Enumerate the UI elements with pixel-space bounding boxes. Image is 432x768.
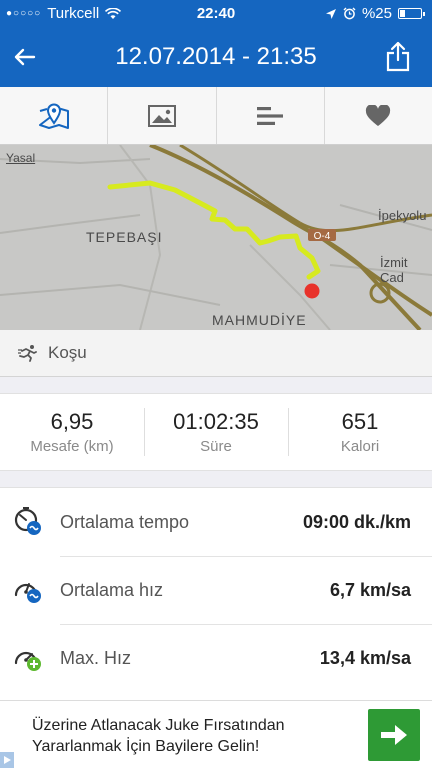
detail-label: Ortalama hız — [60, 579, 164, 600]
map-label-mahmudiye: MAHMUDİYE — [212, 312, 307, 328]
stat-duration: 01:02:35 Süre — [144, 394, 288, 470]
map-label-ipekyolu: İpekyolu — [378, 208, 427, 223]
arrow-right-icon — [381, 725, 407, 745]
stat-label: Mesafe (km) — [30, 438, 114, 455]
tab-map[interactable] — [0, 87, 109, 144]
ad-text-line1: Üzerine Atlanacak Juke Fırsatından — [32, 717, 285, 734]
detail-value: 09:00 dk./km — [302, 511, 411, 532]
stat-distance: 6,95 Mesafe (km) — [0, 394, 144, 470]
detail-row-avg-speed: Ortalama hız 6,7 km/sa — [0, 556, 432, 624]
stat-calories: 651 Kalori — [288, 394, 432, 470]
speedometer-max-icon — [14, 651, 41, 671]
map-pin-icon — [38, 103, 69, 129]
tab-photos[interactable] — [108, 87, 217, 144]
battery-icon — [398, 8, 425, 19]
share-icon[interactable] — [384, 40, 412, 72]
road-shield-label: O-4 — [314, 231, 331, 242]
stat-label: Süre — [200, 438, 232, 455]
detail-stats-list: Ortalama tempo 09:00 dk./km Ortalama hız… — [0, 487, 432, 700]
activity-type-row[interactable]: Koşu — [0, 330, 432, 377]
detail-label: Max. Hız — [60, 647, 132, 668]
activity-type-label: Koşu — [48, 343, 87, 362]
heart-icon — [366, 104, 391, 126]
map-label-izmit: İzmit Cad — [380, 255, 408, 285]
route-map[interactable]: O-4 Yasal TEPEBAŞI İpekyolu İzmit Cad MA… — [0, 145, 432, 330]
detail-row-avg-pace: Ortalama tempo 09:00 dk./km — [0, 488, 432, 556]
navigation-bar: 12.07.2014 - 21:35 — [0, 28, 432, 87]
detail-row-max-speed: Max. Hız 13,4 km/sa — [0, 624, 432, 692]
ad-text[interactable]: Üzerine Atlanacak Juke Fırsatından Yarar… — [32, 715, 352, 757]
detail-tab-bar — [0, 87, 432, 145]
detail-value: 13,4 km/sa — [319, 647, 411, 668]
stat-value: 01:02:35 — [173, 409, 259, 434]
ad-banner[interactable]: Üzerine Atlanacak Juke Fırsatından Yarar… — [0, 700, 432, 768]
map-label-tepebasi: TEPEBAŞI — [86, 229, 163, 245]
page-title: 12.07.2014 - 21:35 — [115, 43, 317, 70]
ad-choices-icon[interactable] — [0, 752, 14, 768]
ad-action-button[interactable] — [368, 709, 420, 761]
list-bars-icon — [257, 106, 284, 125]
tab-splits[interactable] — [217, 87, 325, 144]
stat-value: 6,95 — [50, 409, 94, 434]
alarm-clock-icon — [343, 7, 356, 20]
map-label-legal[interactable]: Yasal — [6, 151, 35, 165]
running-icon — [18, 345, 37, 362]
map-canvas: O-4 — [0, 145, 432, 330]
battery-fill — [400, 10, 405, 17]
status-bar: ●○○○○ Turkcell 22:40 %25 — [0, 0, 432, 28]
detail-value: 6,7 km/sa — [329, 579, 411, 600]
battery-percent: %25 — [361, 5, 392, 22]
app-header: ●○○○○ Turkcell 22:40 %25 12.07.2014 - 21… — [0, 0, 432, 87]
image-icon — [147, 104, 176, 127]
ad-text-line2: Yararlanmak İçin Bayilere Gelin! — [32, 738, 260, 755]
stopwatch-pace-icon — [14, 507, 41, 535]
stat-label: Kalori — [340, 438, 380, 455]
detail-label: Ortalama tempo — [60, 511, 190, 532]
location-arrow-icon — [325, 8, 336, 19]
route-end-marker — [304, 283, 320, 299]
tab-heart-rate[interactable] — [325, 87, 432, 144]
summary-stats: 6,95 Mesafe (km) 01:02:35 Süre 651 Kalor… — [0, 393, 432, 471]
stat-value: 651 — [341, 409, 379, 434]
speedometer-avg-icon — [14, 583, 41, 603]
